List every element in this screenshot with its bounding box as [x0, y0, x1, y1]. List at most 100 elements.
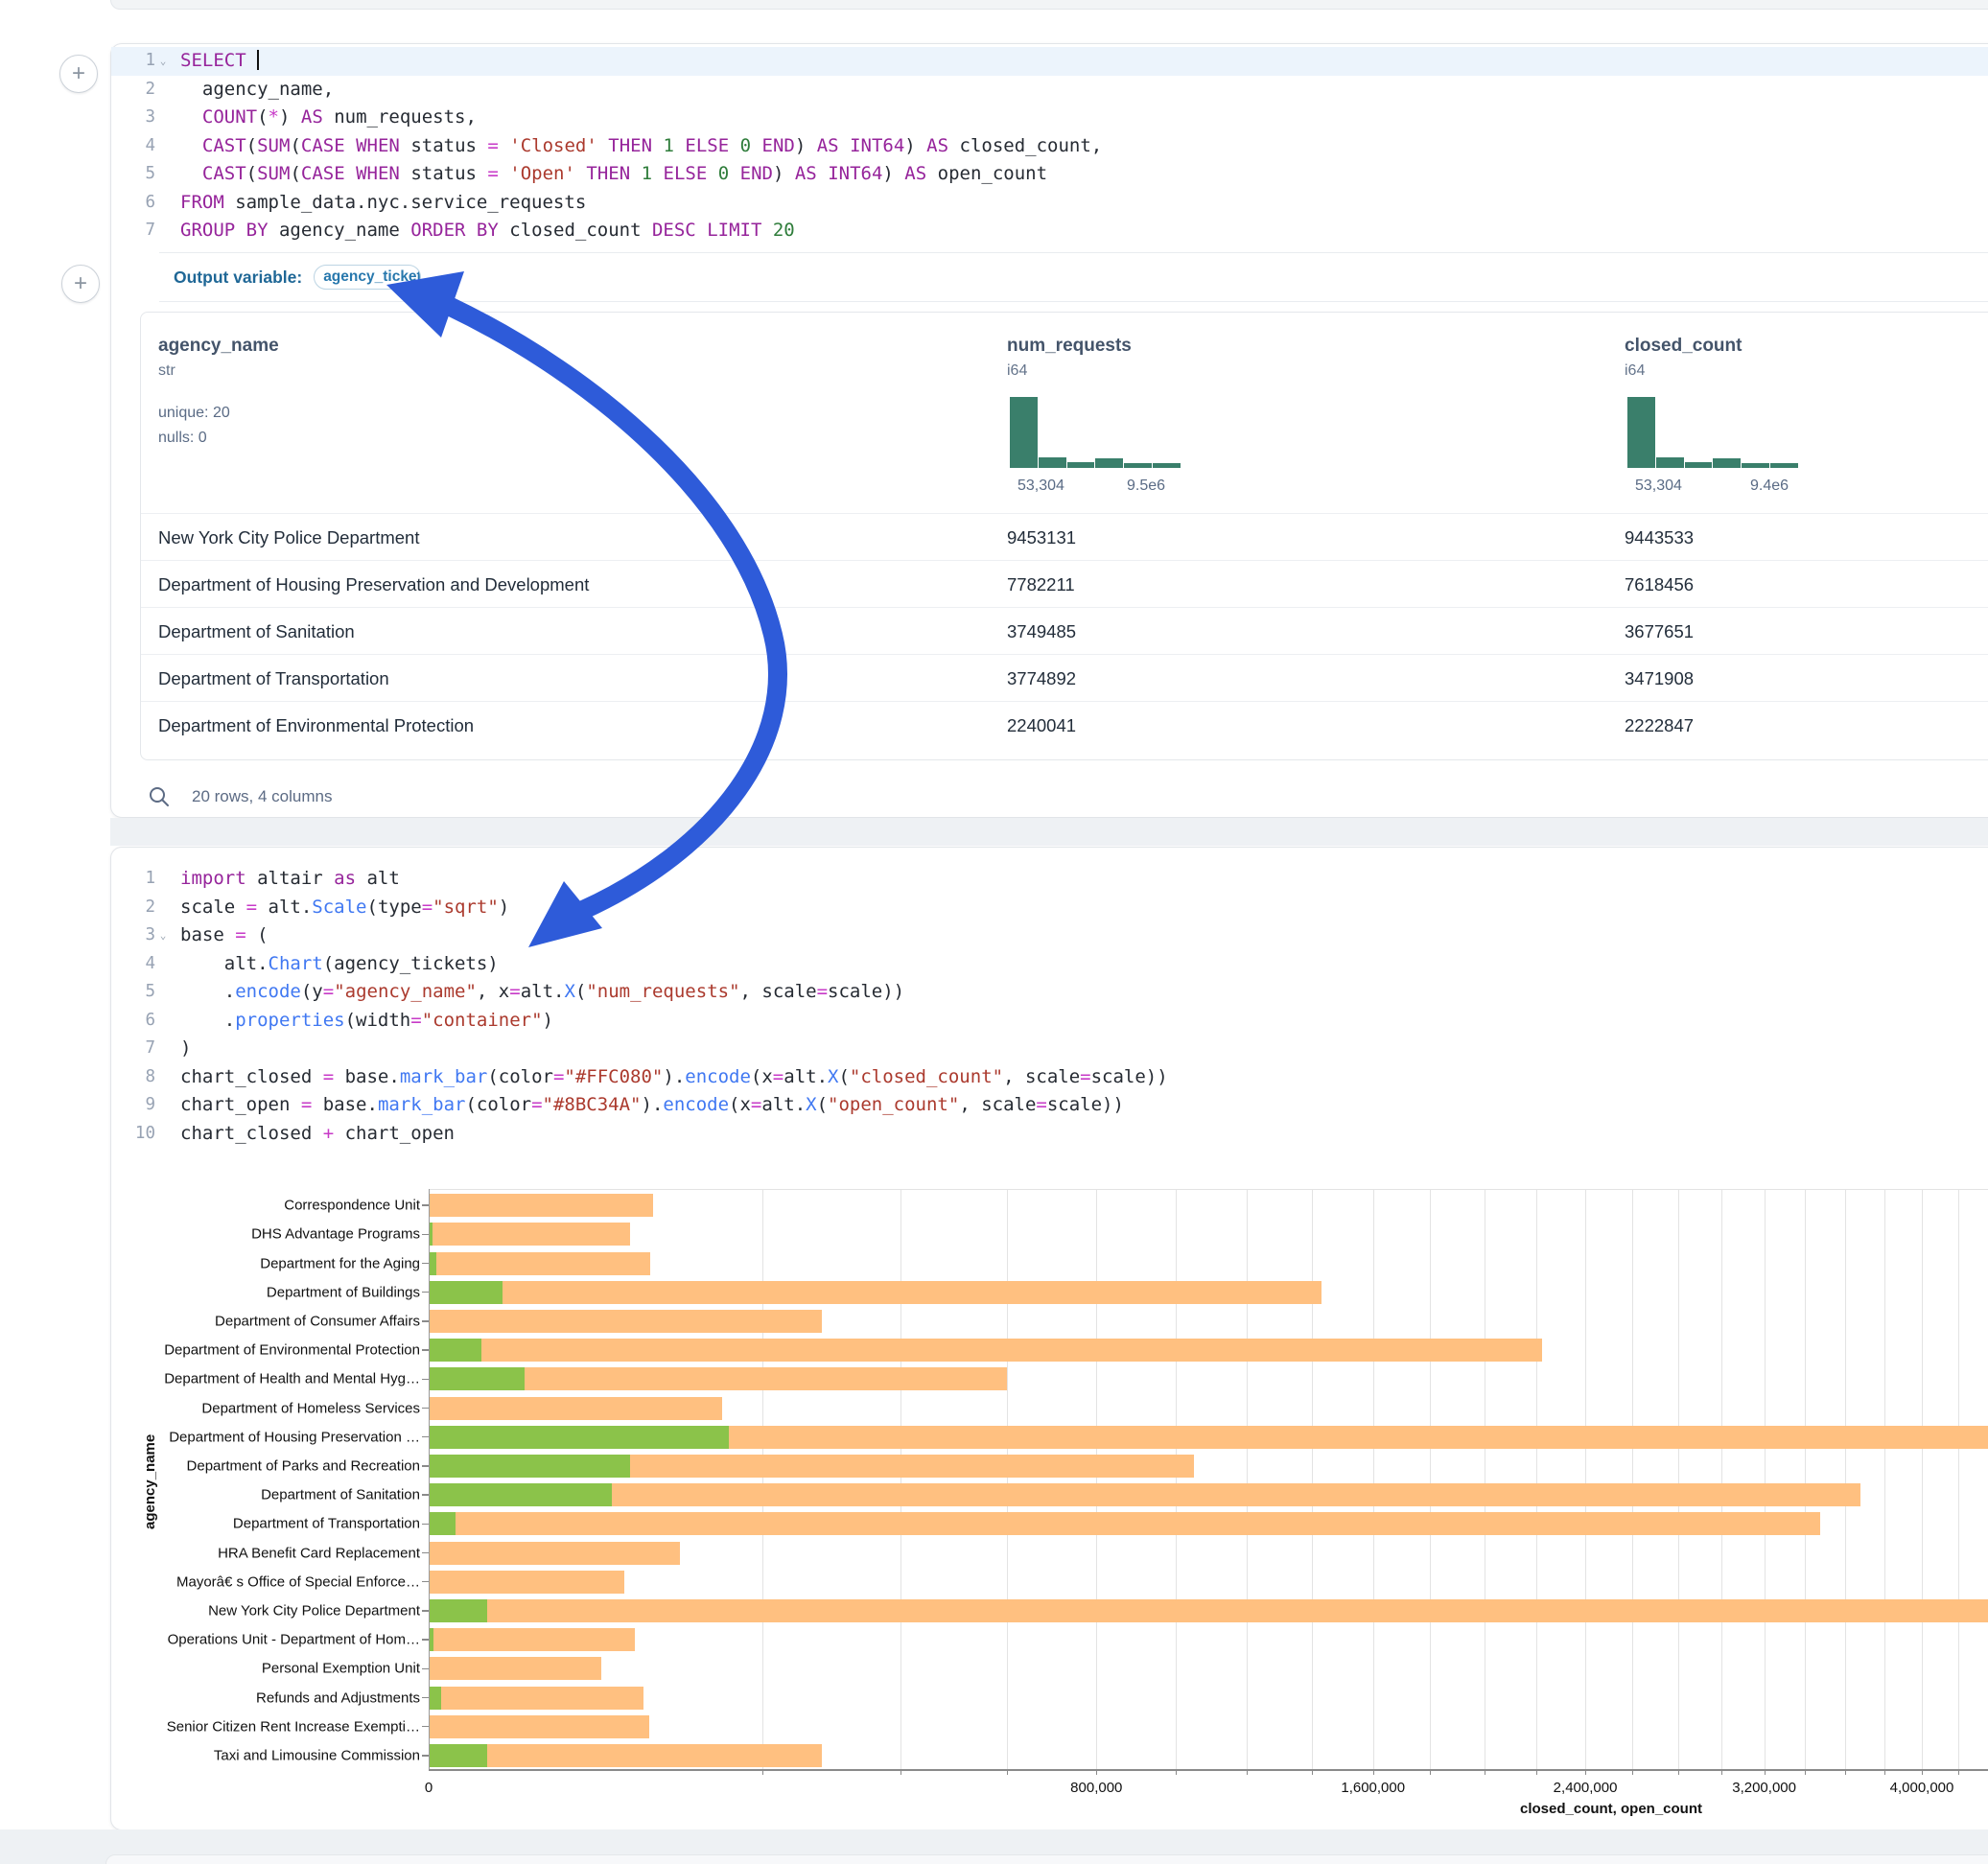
- token: "#FFC080": [564, 1066, 663, 1087]
- code-text: .encode(y="agency_name", x=alt.X("num_re…: [171, 978, 904, 1007]
- token: [345, 135, 356, 156]
- fold-chevron-icon[interactable]: ⌄: [155, 921, 171, 950]
- python-line[interactable]: 2scale = alt.Scale(type="sqrt"): [111, 894, 1988, 922]
- sql-line[interactable]: 3 COUNT(*) AS num_requests,: [111, 104, 1988, 132]
- python-line[interactable]: 10chart_closed + chart_open: [111, 1120, 1988, 1149]
- token: CASE: [301, 163, 345, 184]
- sql-line[interactable]: 2 agency_name,: [111, 76, 1988, 105]
- python-line[interactable]: 3⌄base = (: [111, 921, 1988, 950]
- cell-num-requests: 7782211: [1007, 574, 1075, 595]
- sql-line[interactable]: 5 CAST(SUM(CASE WHEN status = 'Open' THE…: [111, 160, 1988, 189]
- python-line[interactable]: 9chart_open = base.mark_bar(color="#8BC3…: [111, 1091, 1988, 1120]
- token: INT64: [850, 135, 904, 156]
- cell-num-requests: 3749485: [1007, 621, 1076, 642]
- token: ): [795, 135, 817, 156]
- sql-line[interactable]: 1⌄SELECT: [111, 47, 1988, 76]
- token: [630, 163, 641, 184]
- code-text: .properties(width="container"): [171, 1007, 553, 1036]
- fold-chevron-icon[interactable]: ⌄: [155, 47, 171, 76]
- column-unique-stat: unique: 20: [158, 405, 230, 422]
- sql-line[interactable]: 6FROM sample_data.nyc.service_requests: [111, 189, 1988, 218]
- histogram-bar: [1039, 457, 1066, 468]
- token: (width: [345, 1010, 411, 1031]
- token: "sqrt": [433, 897, 499, 918]
- token: =: [487, 135, 498, 156]
- token: END: [762, 135, 795, 156]
- sql-editor[interactable]: 1⌄SELECT 2 agency_name,3 COUNT(*) AS num…: [111, 47, 1988, 245]
- add-cell-button-top[interactable]: +: [59, 55, 98, 93]
- python-editor[interactable]: 1import altair as alt2scale = alt.Scale(…: [111, 865, 1988, 1148]
- line-number: 5: [111, 978, 155, 1007]
- token: [652, 135, 663, 156]
- column-header-agency-name[interactable]: agency_name: [158, 336, 279, 357]
- search-icon[interactable]: [148, 785, 171, 808]
- cell-closed-count: 3471908: [1625, 668, 1694, 689]
- token: 0: [740, 135, 751, 156]
- token: (: [838, 1066, 849, 1087]
- token: =: [323, 1066, 334, 1087]
- cell-agency-name: Department of Transportation: [158, 668, 389, 689]
- histogram-bar: [1685, 462, 1713, 468]
- previous-cell-edge: [110, 0, 1988, 10]
- text-cursor: [257, 50, 259, 70]
- column-header-closed-count[interactable]: closed_count: [1625, 336, 1742, 357]
- fold-spacer: [155, 1007, 171, 1036]
- token: (: [290, 163, 300, 184]
- table-row[interactable]: Department of Environmental Protection22…: [141, 701, 1988, 749]
- token: ELSE: [685, 135, 729, 156]
- sql-line[interactable]: 4 CAST(SUM(CASE WHEN status = 'Closed' T…: [111, 132, 1988, 161]
- token: AS: [817, 135, 839, 156]
- cell-num-requests: 2240041: [1007, 715, 1076, 736]
- token: [499, 135, 509, 156]
- code-text: GROUP BY agency_name ORDER BY closed_cou…: [171, 217, 795, 245]
- fold-spacer: [155, 132, 171, 161]
- token: ): [180, 1037, 191, 1059]
- token: chart_closed: [180, 1066, 323, 1087]
- token: 'Open': [509, 163, 575, 184]
- token: .: [180, 1010, 235, 1031]
- token: =: [773, 1066, 784, 1087]
- token: (x: [729, 1094, 751, 1115]
- code-text: import altair as alt: [171, 865, 400, 894]
- python-line[interactable]: 7): [111, 1035, 1988, 1063]
- python-line[interactable]: 8chart_closed = base.mark_bar(color="#FF…: [111, 1063, 1988, 1092]
- code-text: chart_open = base.mark_bar(color="#8BC34…: [171, 1091, 1124, 1120]
- sql-cell: 1⌄SELECT 2 agency_name,3 COUNT(*) AS num…: [110, 43, 1988, 818]
- table-row[interactable]: Department of Housing Preservation and D…: [141, 560, 1988, 608]
- token: [499, 163, 509, 184]
- line-number: 8: [111, 1063, 155, 1092]
- token: encode: [663, 1094, 729, 1115]
- cell-num-requests: 9453131: [1007, 527, 1076, 548]
- token: ORDER: [410, 220, 465, 241]
- python-line[interactable]: 6 .properties(width="container"): [111, 1007, 1988, 1036]
- line-number: 2: [111, 76, 155, 105]
- table-row[interactable]: Department of Transportation377489234719…: [141, 654, 1988, 702]
- token: [180, 163, 202, 184]
- code-text: COUNT(*) AS num_requests,: [171, 104, 477, 132]
- histogram-bar: [1124, 463, 1152, 468]
- table-row[interactable]: Department of Sanitation37494853677651: [141, 607, 1988, 655]
- token: INT64: [828, 163, 882, 184]
- add-cell-button-output[interactable]: +: [61, 265, 100, 303]
- token: GROUP: [180, 220, 235, 241]
- histogram-bar: [1770, 463, 1798, 468]
- output-variable-pill[interactable]: agency_tickets: [314, 265, 421, 290]
- token: encode: [235, 981, 301, 1002]
- python-line[interactable]: 1import altair as alt: [111, 865, 1988, 894]
- token: WHEN: [356, 135, 400, 156]
- token: mark_bar: [378, 1094, 466, 1115]
- token: num_requests,: [323, 106, 477, 128]
- python-line[interactable]: 5 .encode(y="agency_name", x=alt.X("num_…: [111, 978, 1988, 1007]
- token: (: [290, 135, 300, 156]
- token: "#8BC34A": [543, 1094, 642, 1115]
- python-line[interactable]: 4 alt.Chart(agency_tickets): [111, 950, 1988, 979]
- column-header-num-requests[interactable]: num_requests: [1007, 336, 1132, 357]
- sql-line[interactable]: 7GROUP BY agency_name ORDER BY closed_co…: [111, 217, 1988, 245]
- token: ).: [642, 1094, 664, 1115]
- cell-closed-count: 7618456: [1625, 574, 1694, 595]
- token: (: [575, 981, 586, 1002]
- token: CASE: [301, 135, 345, 156]
- line-number: 5: [111, 160, 155, 189]
- table-row[interactable]: New York City Police Department945313194…: [141, 513, 1988, 561]
- token: FROM: [180, 192, 224, 213]
